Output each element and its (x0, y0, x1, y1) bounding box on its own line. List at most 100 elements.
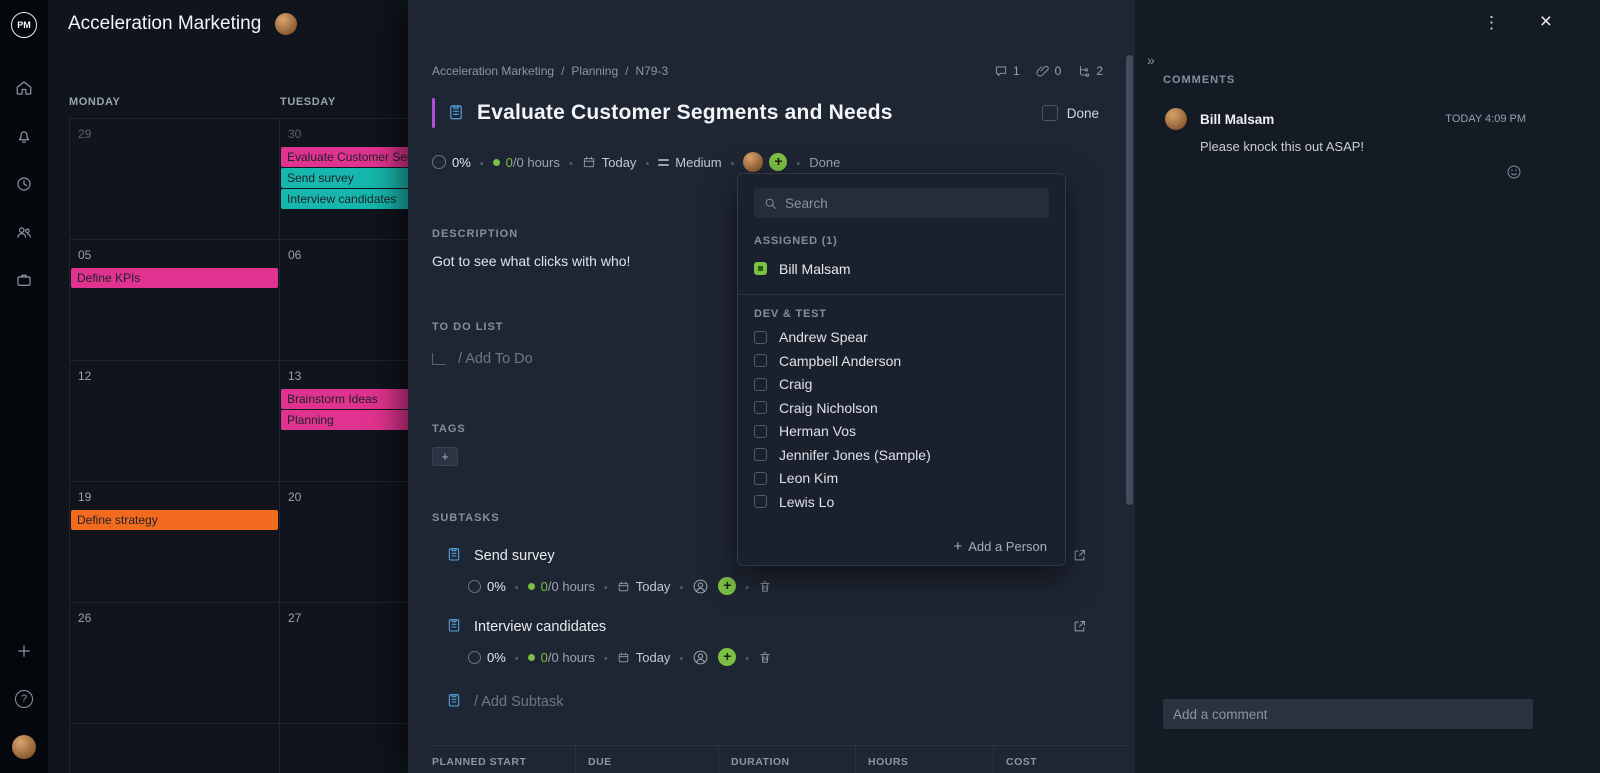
calendar-event[interactable]: Interview candidates (281, 189, 408, 209)
comment-input[interactable] (1163, 699, 1533, 729)
calendar-date: 29 (78, 127, 279, 141)
calendar-date: 30 (288, 127, 408, 141)
notifications-icon[interactable] (0, 112, 48, 160)
project-owner-avatar[interactable] (275, 13, 297, 35)
person-name: Craig (779, 376, 812, 392)
breadcrumb-separator: / (561, 64, 564, 78)
subtask-due-date[interactable]: Today (617, 579, 671, 594)
calendar-date: 27 (288, 611, 408, 625)
comments-count[interactable]: 1 (994, 64, 1020, 78)
add-person-button[interactable]: + Add a Person (953, 538, 1047, 555)
calendar-event[interactable]: Brainstorm Ideas (281, 389, 408, 409)
breadcrumb-project[interactable]: Acceleration Marketing (432, 64, 554, 78)
subtasks-count[interactable]: 2 (1077, 64, 1103, 78)
schedule-columns-header: PLANNED START DUE DURATION HOURS COST (432, 745, 1127, 773)
close-icon[interactable]: × (1540, 10, 1552, 34)
assign-person-icon[interactable] (692, 578, 709, 595)
task-title: Evaluate Customer Segments and Needs (477, 101, 893, 125)
calendar-cell: 26 (69, 603, 280, 723)
calendar-date: 05 (78, 248, 279, 262)
person-checkbox[interactable] (754, 331, 767, 344)
calendar-event[interactable]: Define strategy (71, 510, 278, 530)
person-name: Herman Vos (779, 423, 856, 439)
breadcrumb-task-id[interactable]: N79-3 (635, 64, 668, 78)
add-assignee-button[interactable]: + (718, 577, 736, 595)
open-subtask-icon[interactable] (1072, 548, 1087, 563)
home-icon[interactable] (0, 64, 48, 112)
person-checkbox[interactable] (754, 354, 767, 367)
person-row[interactable]: Leon Kim (754, 467, 1049, 491)
subtask-title[interactable]: Send survey (474, 548, 555, 564)
subtask-due-date[interactable]: Today (617, 650, 671, 665)
subtask-title[interactable]: Interview candidates (474, 619, 606, 635)
person-row[interactable]: Campbell Anderson (754, 349, 1049, 373)
todo-checkbox-icon (432, 353, 446, 365)
status-text: Done (809, 155, 840, 170)
assign-person-icon[interactable] (692, 649, 709, 666)
assigned-person-row[interactable]: Bill Malsam (754, 257, 1049, 281)
commenter-avatar (1165, 108, 1187, 130)
person-checkbox[interactable] (754, 401, 767, 414)
add-icon[interactable] (0, 627, 48, 675)
calendar-week (69, 723, 408, 773)
calendar-icon (617, 580, 630, 593)
search-input[interactable] (785, 196, 1039, 211)
person-row[interactable]: Andrew Spear (754, 326, 1049, 350)
scrollbar-thumb[interactable] (1126, 55, 1133, 505)
delete-subtask-icon[interactable] (758, 579, 772, 594)
calendar-event[interactable]: Define KPIs (71, 268, 278, 288)
open-subtask-icon[interactable] (1072, 619, 1087, 634)
emoji-reaction-icon[interactable] (1506, 164, 1522, 183)
assigned-section-label: ASSIGNED (1) (754, 235, 1049, 247)
comment-text: Please knock this out ASAP! (1200, 139, 1526, 154)
delete-subtask-icon[interactable] (758, 650, 772, 665)
team-icon[interactable] (0, 208, 48, 256)
add-tag-button[interactable]: + (432, 447, 458, 466)
subtask-type-icon (446, 692, 462, 712)
calendar-date: 26 (78, 611, 279, 625)
user-avatar[interactable] (12, 735, 36, 759)
breadcrumb: Acceleration Marketing / Planning / N79-… (432, 64, 668, 78)
left-rail: PM ? (0, 0, 48, 773)
done-checkbox[interactable] (1042, 105, 1058, 121)
add-subtask-input[interactable]: / Add Subtask (446, 692, 1135, 712)
person-checkbox[interactable] (754, 448, 767, 461)
breadcrumb-section[interactable]: Planning (571, 64, 618, 78)
column-due: DUE (575, 746, 718, 773)
due-date[interactable]: Today (582, 155, 637, 170)
person-checkbox[interactable] (754, 495, 767, 508)
calendar-event[interactable]: Planning (281, 410, 408, 430)
calendar-cell: 30 Evaluate Customer Seg Send survey Int… (280, 119, 408, 239)
task-counters: 1 0 2 (994, 64, 1103, 78)
calendar-event[interactable]: Send survey (281, 168, 408, 188)
person-row[interactable]: Craig (754, 373, 1049, 397)
help-icon[interactable]: ? (0, 675, 48, 723)
person-row[interactable]: Craig Nicholson (754, 396, 1049, 420)
person-row[interactable]: Herman Vos (754, 420, 1049, 444)
person-name: Campbell Anderson (779, 353, 901, 369)
task-meta-row: 0% 0/0 hours Today Medium (432, 152, 1135, 172)
priority[interactable]: Medium (658, 155, 721, 170)
calendar-date: 13 (288, 369, 408, 383)
person-row[interactable]: Jennifer Jones (Sample) (754, 443, 1049, 467)
assignee-avatar[interactable] (743, 152, 763, 172)
calendar-event[interactable]: Evaluate Customer Seg (281, 147, 408, 167)
person-checkbox-checked[interactable] (754, 262, 767, 275)
subtask-meta-row: 0% 0/0 hours Today + (468, 577, 1135, 595)
more-options-icon[interactable]: ⋮ (1483, 13, 1500, 33)
recent-icon[interactable] (0, 160, 48, 208)
column-planned-start: PLANNED START (432, 746, 575, 773)
person-checkbox[interactable] (754, 472, 767, 485)
add-assignee-button[interactable]: + (718, 648, 736, 666)
add-assignee-button[interactable]: + (769, 153, 787, 171)
person-row[interactable]: Lewis Lo (754, 490, 1049, 514)
plus-icon: + (953, 538, 962, 555)
calendar-week: 29 30 Evaluate Customer Seg Send survey … (69, 118, 408, 239)
portfolio-icon[interactable] (0, 256, 48, 304)
person-checkbox[interactable] (754, 425, 767, 438)
collapse-panel-icon[interactable]: » (1147, 52, 1155, 68)
attachments-count[interactable]: 0 (1036, 64, 1062, 78)
comment-timestamp: TODAY 4:09 PM (1445, 113, 1526, 125)
calendar-day-headers: MONDAY TUESDAY (69, 96, 408, 108)
person-checkbox[interactable] (754, 378, 767, 391)
